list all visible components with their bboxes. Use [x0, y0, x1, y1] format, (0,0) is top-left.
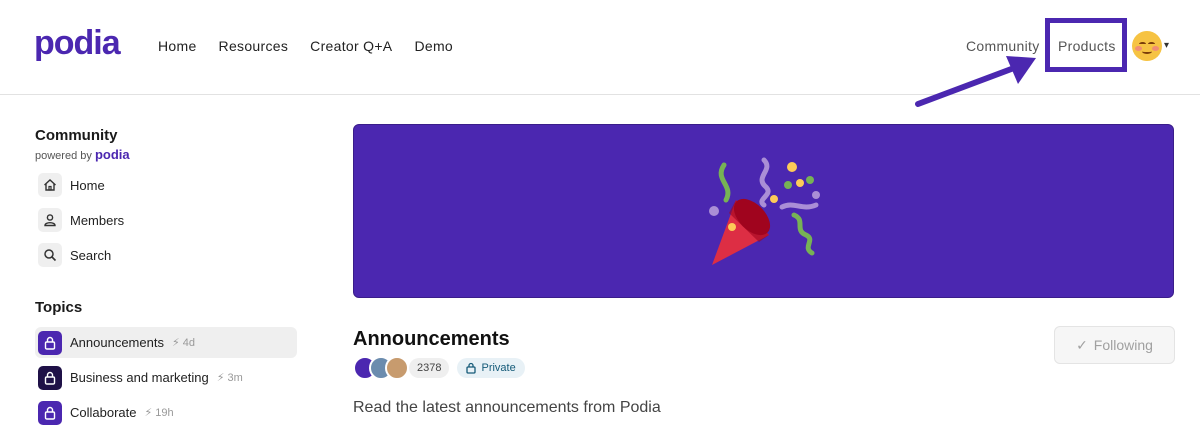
sidebar-item-search[interactable]: Search [38, 242, 111, 268]
nav-home-link[interactable]: Home [158, 38, 197, 54]
topic-banner [353, 124, 1174, 298]
sidebar-item-home[interactable]: Home [38, 172, 105, 198]
topic-business-and-marketing[interactable]: Business and marketing ⚡ 3m [35, 362, 297, 393]
topic-title: Announcements [353, 328, 510, 350]
topic-label: Announcements [70, 335, 164, 350]
user-avatar[interactable] [1132, 31, 1162, 61]
topic-collaborate[interactable]: Collaborate ⚡ 19h [35, 397, 297, 428]
search-icon [38, 243, 62, 267]
chevron-down-icon[interactable]: ▾ [1164, 40, 1169, 51]
topic-label: Business and marketing [70, 370, 209, 385]
annotation-arrow-icon [915, 56, 1036, 107]
topics-heading: Topics [35, 299, 83, 316]
main-nav: Home Resources Creator Q+A Demo [158, 38, 453, 54]
following-label: Following [1093, 337, 1153, 353]
topic-activity: ⚡ 19h [144, 407, 174, 419]
lock-icon [38, 400, 62, 425]
sidebar-item-label: Members [70, 212, 125, 228]
following-button[interactable]: ✓ Following [1054, 326, 1175, 364]
nav-resources-link[interactable]: Resources [219, 38, 289, 54]
avatar-mouth-icon [1142, 49, 1152, 54]
member-count-badge[interactable]: 2378 [409, 357, 450, 378]
podia-logo[interactable]: podia [34, 24, 121, 63]
nav-demo-link[interactable]: Demo [414, 38, 453, 54]
topic-activity: ⚡ 4d [171, 337, 195, 349]
avatar-cheek-icon [1135, 46, 1142, 51]
party-popper-icon [709, 157, 820, 265]
members-row: 2378 Private [353, 355, 525, 380]
powered-by-text: powered by [35, 150, 92, 162]
checkmark-icon: ✓ [1076, 336, 1088, 353]
avatar-cheek-icon [1152, 46, 1159, 51]
nav-creator-qa-link[interactable]: Creator Q+A [310, 38, 392, 54]
topic-label: Collaborate [70, 405, 137, 420]
sidebar-item-members[interactable]: Members [38, 207, 124, 233]
topic-activity-time: 4d [182, 337, 195, 349]
powered-by-brand: podia [94, 147, 130, 162]
topic-activity: ⚡ 3m [216, 372, 243, 384]
private-label: Private [481, 361, 516, 374]
lock-icon [38, 365, 62, 390]
topic-announcements[interactable]: Announcements ⚡ 4d [35, 327, 297, 358]
lock-icon [38, 330, 62, 355]
powered-by: powered by podia [35, 147, 130, 162]
person-icon [38, 208, 62, 232]
lock-icon [466, 362, 477, 374]
sidebar-title: Community [35, 127, 118, 144]
member-avatar[interactable] [385, 355, 409, 380]
sidebar-item-label: Search [70, 247, 112, 263]
topic-activity-time: 3m [227, 372, 243, 384]
products-highlight-box [1045, 18, 1127, 72]
sidebar-item-label: Home [70, 177, 105, 193]
home-icon [38, 173, 62, 197]
private-badge: Private [457, 357, 525, 378]
topic-description: Read the latest announcements from Podia [353, 399, 661, 416]
topic-activity-time: 19h [155, 407, 174, 419]
top-navigation-bar: podia Home Resources Creator Q+A Demo Co… [0, 0, 1200, 107]
